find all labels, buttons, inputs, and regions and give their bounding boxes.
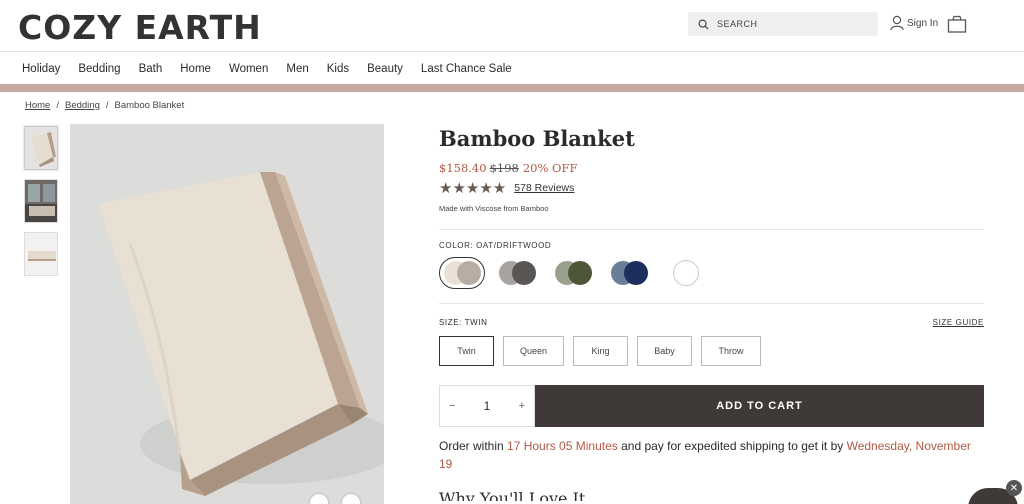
size-option-baby[interactable]: Baby xyxy=(637,336,692,366)
nav-item-last-chance-sale[interactable]: Last Chance Sale xyxy=(421,63,512,75)
size-option-throw[interactable]: Throw xyxy=(701,336,761,366)
nav-item-bedding[interactable]: Bedding xyxy=(78,63,120,75)
breadcrumb-home[interactable]: Home xyxy=(25,100,50,111)
quantity-increase-button[interactable]: + xyxy=(519,400,525,412)
nav-item-men[interactable]: Men xyxy=(286,63,308,75)
bag-icon xyxy=(947,15,967,33)
thumbnail-bedroom-scene[interactable] xyxy=(24,179,58,223)
search-input[interactable] xyxy=(717,19,867,29)
sign-in-label: Sign In xyxy=(907,17,939,29)
shipping-cutoff-message: Order within 17 Hours 05 Minutes and pay… xyxy=(439,437,984,473)
swatch-color-primary xyxy=(673,260,699,286)
search-bar[interactable] xyxy=(688,12,878,36)
cart-bag-button[interactable] xyxy=(947,15,967,38)
star-rating-icon: ★★★★★ xyxy=(439,180,507,197)
product-main-image[interactable] xyxy=(70,124,384,504)
nav-item-kids[interactable]: Kids xyxy=(327,63,349,75)
swatch-color-secondary xyxy=(624,261,648,285)
section-divider xyxy=(439,303,984,304)
nav-item-women[interactable]: Women xyxy=(229,63,268,75)
swatch-olive[interactable] xyxy=(551,257,597,289)
reviews-link[interactable]: 578 Reviews xyxy=(514,182,574,194)
size-option-king[interactable]: King xyxy=(573,336,628,366)
user-icon xyxy=(890,15,904,31)
why-love-heading: Why You'll Love It xyxy=(439,489,586,501)
main-nav: Holiday Bedding Bath Home Women Men Kids… xyxy=(0,53,1024,85)
product-title: Bamboo Blanket xyxy=(439,126,635,151)
breadcrumb-separator: / xyxy=(105,100,109,111)
rating-row: ★★★★★ 578 Reviews xyxy=(439,179,984,197)
swatch-color-secondary xyxy=(568,261,592,285)
quantity-value: 1 xyxy=(483,399,491,413)
swatch-navy[interactable] xyxy=(607,257,653,289)
nav-item-holiday[interactable]: Holiday xyxy=(22,63,60,75)
close-icon[interactable]: ✕ xyxy=(1006,480,1022,496)
nav-item-bath[interactable]: Bath xyxy=(139,63,163,75)
swatch-white[interactable] xyxy=(663,257,709,289)
nav-divider-bar xyxy=(0,84,1024,92)
discount-badge: 20% OFF xyxy=(522,161,578,175)
thumbnail-list xyxy=(24,126,58,285)
size-option-queen[interactable]: Queen xyxy=(503,336,564,366)
size-label: SIZE: TWIN xyxy=(439,318,488,327)
order-prefix: Order within xyxy=(439,439,508,453)
search-icon xyxy=(698,19,709,30)
sale-price: $158.40 xyxy=(439,161,487,175)
nav-item-beauty[interactable]: Beauty xyxy=(367,63,403,75)
order-middle: and pay for expedited shipping to get it… xyxy=(617,439,847,453)
breadcrumb-separator: / xyxy=(56,100,59,111)
sign-in-link[interactable]: Sign In xyxy=(890,15,938,31)
site-header: COZY EARTH Sign In xyxy=(0,0,1024,52)
quantity-stepper: − 1 + xyxy=(439,385,535,427)
breadcrumb-bedding[interactable]: Bedding xyxy=(65,100,100,111)
material-note: Made with Viscose from Bamboo xyxy=(439,204,549,213)
price-row: $158.40 $198 20% OFF xyxy=(439,161,984,175)
product-info: Bamboo Blanket $158.40 $198 20% OFF ★★★★… xyxy=(439,124,984,501)
thumbnail-blanket-flat[interactable] xyxy=(24,232,58,276)
size-header: SIZE: TWIN SIZE GUIDE xyxy=(439,318,984,327)
nav-item-home[interactable]: Home xyxy=(180,63,211,75)
logo[interactable]: COZY EARTH xyxy=(18,8,262,47)
color-swatches xyxy=(439,257,984,289)
swatch-oat-driftwood[interactable] xyxy=(439,257,485,289)
size-guide-link[interactable]: SIZE GUIDE xyxy=(933,318,984,327)
original-price: $198 xyxy=(489,161,519,175)
swatch-color-secondary xyxy=(512,261,536,285)
order-countdown: 17 Hours 05 Minutes xyxy=(507,439,618,453)
add-to-cart-button[interactable]: ADD TO CART xyxy=(535,385,984,427)
swatch-color-secondary xyxy=(457,261,481,285)
size-option-twin[interactable]: Twin xyxy=(439,336,494,366)
blanket-illustration xyxy=(70,124,384,504)
add-to-cart-row: − 1 + ADD TO CART xyxy=(439,385,984,427)
breadcrumb-current: Bamboo Blanket xyxy=(114,100,185,111)
breadcrumb: Home / Bedding / Bamboo Blanket xyxy=(25,100,184,111)
size-options: Twin Queen King Baby Throw xyxy=(439,336,984,366)
color-label: COLOR: OAT/DRIFTWOOD xyxy=(439,241,552,250)
section-divider xyxy=(439,229,984,230)
thumbnail-blanket-folded[interactable] xyxy=(24,126,58,170)
quantity-decrease-button[interactable]: − xyxy=(449,400,455,412)
swatch-charcoal[interactable] xyxy=(495,257,541,289)
